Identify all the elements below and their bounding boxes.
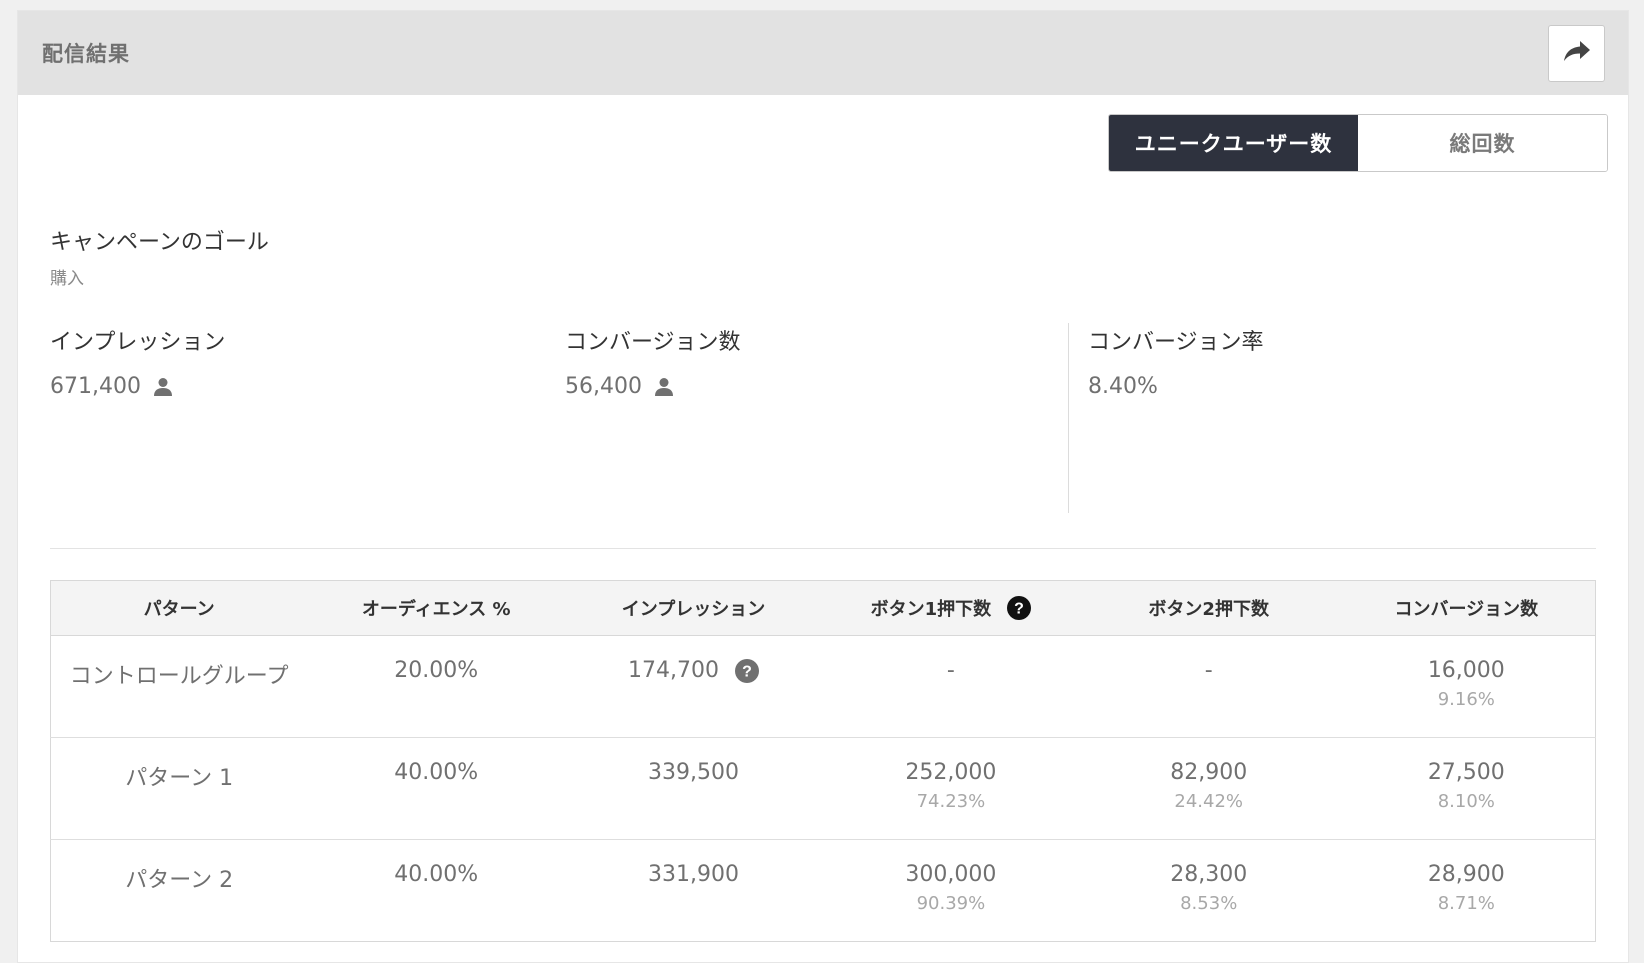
metric-value: 56,400 xyxy=(565,374,741,399)
results-table: パターン オーディエンス % インプレッション ボタン1押下数 ? ボタン2押下… xyxy=(50,580,1596,942)
cell-button1: 300,000 90.39% xyxy=(822,840,1080,942)
cell-audience: 40.00% xyxy=(307,737,566,840)
col-button2: ボタン2押下数 xyxy=(1079,580,1338,636)
panel-header: 配信結果 xyxy=(18,11,1628,95)
metric-label: コンバージョン数 xyxy=(565,330,741,355)
button1-value: 300,000 xyxy=(905,862,997,887)
goal-title: キャンペーンのゴール xyxy=(50,230,269,255)
conversions-value: 27,500 xyxy=(1427,760,1505,785)
button1-value: 252,000 xyxy=(905,760,997,785)
cell-button2: 82,900 24.42% xyxy=(1079,737,1338,840)
metric-value: 8.40% xyxy=(1088,374,1264,399)
svg-text:?: ? xyxy=(742,663,752,680)
share-arrow-icon xyxy=(1563,39,1591,67)
section-divider xyxy=(50,548,1596,549)
goal-value: 購入 xyxy=(50,269,84,289)
cell-pattern: パターン 2 xyxy=(125,868,234,893)
button1-pct: 74.23% xyxy=(916,791,986,812)
button2-pct: 8.53% xyxy=(1180,893,1238,914)
cell-impressions: 331,900 xyxy=(648,862,740,887)
metric-label: インプレッション xyxy=(50,330,226,355)
share-button[interactable] xyxy=(1548,24,1605,82)
help-icon[interactable]: ? xyxy=(735,658,760,683)
col-button1: ボタン1押下数 ? xyxy=(821,580,1080,636)
toggle-total-count[interactable]: 総回数 xyxy=(1358,115,1607,171)
metric-conversion-rate: コンバージョン率 8.40% xyxy=(1088,324,1264,399)
table-row: パターン 1 40.00% 339,500 252,000 74.23% 82,… xyxy=(50,737,1596,840)
cell-conversions: 27,500 8.10% xyxy=(1337,737,1596,840)
col-button1-label: ボタン1押下数 xyxy=(870,599,992,620)
table-row: コントロールグループ 20.00% 174,700 ? - - 16,000 9… xyxy=(50,635,1596,738)
col-pattern: パターン xyxy=(50,580,308,636)
col-impressions: インプレッション xyxy=(565,580,822,636)
cell-pattern: パターン 1 xyxy=(50,737,308,840)
metric-value: 671,400 xyxy=(50,374,225,399)
cell-button1: - xyxy=(821,635,1080,738)
conversions-value: 16,000 xyxy=(1427,658,1505,683)
cell-impressions: 174,700 ? xyxy=(565,635,822,738)
campaign-goal: キャンペーンのゴール 購入 xyxy=(50,224,269,289)
metric-divider xyxy=(1068,323,1069,513)
conversions-pct: 8.10% xyxy=(1437,791,1495,812)
button1-pct: 90.39% xyxy=(916,893,986,914)
conversions-value: 28,900 xyxy=(1427,862,1505,887)
button2-value: 28,300 xyxy=(1170,862,1248,887)
table-row: パターン 2 40.00% 331,900 300,000 90.39% 28,… xyxy=(51,840,1596,942)
conversions-pct: 8.71% xyxy=(1437,893,1495,914)
cell-audience: 20.00% xyxy=(307,635,566,738)
user-icon xyxy=(153,377,173,397)
user-icon xyxy=(654,377,674,397)
cell-pattern: コントロールグループ xyxy=(50,635,308,738)
count-type-toggle: ユニークユーザー数 総回数 xyxy=(1108,114,1608,172)
cell-button1: 252,000 74.23% xyxy=(821,737,1080,840)
cell-impressions: 339,500 xyxy=(565,737,822,840)
button2-value: 82,900 xyxy=(1170,760,1248,785)
help-icon[interactable]: ? xyxy=(1007,596,1032,620)
cell-conversions: 28,900 8.71% xyxy=(1338,840,1596,942)
metric-number: 8.40% xyxy=(1088,374,1158,399)
cell-button2: - xyxy=(1079,635,1338,738)
svg-text:?: ? xyxy=(1014,601,1024,618)
cell-button2: 28,300 8.53% xyxy=(1080,840,1338,942)
table-header-row: パターン オーディエンス % インプレッション ボタン1押下数 ? ボタン2押下… xyxy=(50,580,1596,636)
col-conversions: コンバージョン数 xyxy=(1337,580,1596,636)
metric-impressions: インプレッション 671,400 xyxy=(50,324,225,399)
button2-pct: 24.42% xyxy=(1174,791,1244,812)
delivery-results-panel: 配信結果 ユニークユーザー数 総回数 キャンペーンのゴール 購入 インプレッショ… xyxy=(17,10,1629,963)
metric-conversions: コンバージョン数 56,400 xyxy=(565,324,741,399)
metric-number: 56,400 xyxy=(565,374,642,399)
impressions-value: 174,700 xyxy=(628,658,720,683)
metric-number: 671,400 xyxy=(50,374,141,399)
metric-label: コンバージョン率 xyxy=(1088,330,1264,355)
cell-audience: 40.00% xyxy=(394,862,479,887)
col-audience: オーディエンス % xyxy=(307,580,566,636)
toggle-unique-users[interactable]: ユニークユーザー数 xyxy=(1109,115,1358,171)
cell-conversions: 16,000 9.16% xyxy=(1337,635,1596,738)
conversions-pct: 9.16% xyxy=(1437,689,1495,710)
panel-title: 配信結果 xyxy=(42,42,130,66)
